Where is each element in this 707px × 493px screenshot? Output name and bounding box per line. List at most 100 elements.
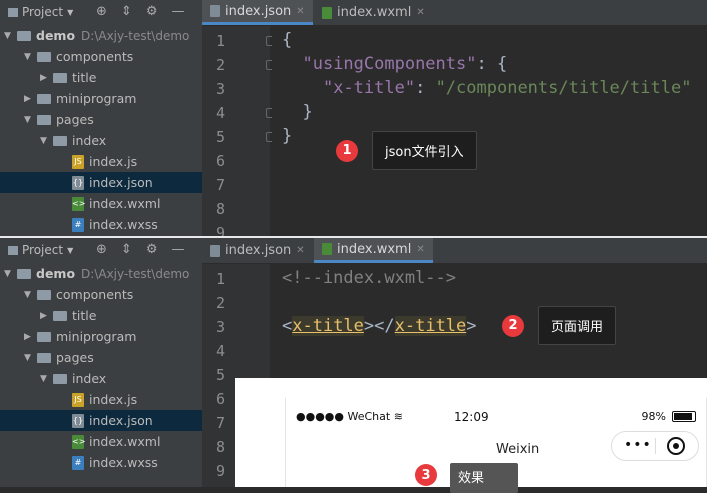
wxss-file-icon: # (72, 455, 84, 470)
minimize-icon[interactable]: — (171, 242, 184, 257)
expand-arrow-icon[interactable]: ▼ (24, 290, 34, 300)
collapse-icon[interactable]: ⇕ (121, 242, 132, 257)
close-icon[interactable]: ✕ (296, 6, 304, 17)
tree-file-index-wxss[interactable]: # index.wxss (0, 214, 202, 235)
tree-file-index-wxss[interactable]: # index.wxss (0, 452, 202, 473)
code-comment: <!--index.wxml--> (282, 268, 456, 288)
project-tree: ▼ demo D:\Axjy-test\demo ▼ components ▶ … (0, 263, 202, 487)
code-line-3: "x-title": "/components/title/title" (282, 78, 691, 98)
carrier-text: ●●●●● WeChat (296, 410, 391, 423)
folder-icon (37, 289, 51, 300)
tab-label: index.wxml (337, 5, 412, 20)
tree-item-miniprogram[interactable]: ▶ miniprogram (0, 326, 202, 347)
tree-item-index[interactable]: ▼ index (0, 130, 202, 151)
wxml-file-icon (322, 243, 332, 255)
gear-icon[interactable]: ⚙ (146, 4, 158, 19)
tab-index-json[interactable]: index.json ✕ (202, 238, 313, 263)
tab-index-wxml[interactable]: index.wxml ✕ (314, 0, 433, 25)
close-icon[interactable]: ✕ (296, 245, 304, 256)
tree-item-index[interactable]: ▼ index (0, 368, 202, 389)
gear-icon[interactable]: ⚙ (146, 242, 158, 257)
file-label: index.json (89, 175, 153, 190)
line-number: 6 (216, 390, 226, 408)
battery-fill (674, 413, 692, 420)
close-icon[interactable]: ✕ (416, 7, 424, 18)
project-toolbar: Project ▼ ⊕ ⇕ ⚙ — (0, 0, 202, 26)
js-file-icon: JS (72, 154, 84, 169)
tree-label: pages (56, 112, 94, 127)
chevron-down-icon: ▼ (67, 7, 74, 17)
code-punct: : (415, 78, 436, 98)
js-file-icon: JS (72, 392, 84, 407)
json-string: "/components/title/title" (435, 78, 692, 98)
tree-file-index-wxml[interactable]: <> index.wxml (0, 431, 202, 452)
tree-file-index-json[interactable]: {} index.json (0, 410, 202, 431)
tree-label: index (72, 371, 107, 386)
folder-icon (17, 268, 31, 279)
line-number: 3 (216, 318, 226, 336)
tab-label: index.json (225, 3, 292, 19)
folder-icon (53, 135, 67, 146)
file-label: index.wxss (89, 455, 158, 470)
tab-index-json[interactable]: index.json ✕ (202, 0, 313, 25)
tree-item-demo[interactable]: ▼ demo D:\Axjy-test\demo (0, 263, 202, 284)
menu-capsule[interactable]: ••• (611, 431, 699, 461)
nav-title: Weixin (496, 442, 540, 457)
component-tag: x-title (292, 316, 364, 336)
tree-item-components[interactable]: ▼ components (0, 46, 202, 67)
battery-icon (672, 411, 696, 422)
expand-arrow-icon[interactable]: ▼ (40, 136, 50, 146)
tab-index-wxml[interactable]: index.wxml ✕ (314, 238, 433, 263)
tree-item-components[interactable]: ▼ components (0, 284, 202, 305)
tree-item-miniprogram[interactable]: ▶ miniprogram (0, 88, 202, 109)
more-icon[interactable]: ••• (624, 437, 652, 453)
file-label: index.wxml (89, 434, 161, 449)
line-number: 2 (216, 56, 226, 74)
code-punct: } (302, 102, 313, 122)
folder-icon (37, 93, 51, 104)
tree-file-index-js[interactable]: JS index.js (0, 151, 202, 172)
carrier-label: ●●●●● WeChat ≋ (296, 410, 403, 423)
project-view-dropdown[interactable]: Project ▼ (8, 5, 73, 19)
simulator-preview: ●●●●● WeChat ≋ 12:09 98% Weixin ••• 3 效果 (235, 378, 707, 493)
capsule-divider (655, 438, 656, 454)
tree-item-pages[interactable]: ▼ pages (0, 109, 202, 130)
collapse-arrow-icon[interactable]: ▶ (40, 73, 50, 83)
expand-arrow-icon[interactable]: ▼ (24, 353, 34, 363)
code-line-1: { (282, 30, 293, 50)
expand-arrow-icon[interactable]: ▼ (24, 115, 34, 125)
tree-item-demo[interactable]: ▼ demo D:\Axjy-test\demo (0, 25, 202, 46)
tree-file-index-json[interactable]: {} index.json (0, 172, 202, 193)
tree-item-title[interactable]: ▶ title (0, 67, 202, 88)
code-punct: ></ (363, 316, 395, 336)
callout-text: 效果 (450, 463, 518, 493)
collapse-arrow-icon[interactable]: ▶ (24, 332, 34, 342)
expand-arrow-icon[interactable]: ▼ (4, 269, 14, 279)
collapse-icon[interactable]: ⇕ (121, 4, 132, 19)
close-icon[interactable]: ✕ (416, 244, 424, 255)
callout-1: 1 json文件引入 (336, 131, 477, 170)
tree-file-index-wxml[interactable]: <> index.wxml (0, 193, 202, 214)
line-number: 4 (216, 104, 226, 122)
step-badge: 2 (502, 314, 524, 337)
line-gutter: 1 2 3 4 5 6 7 8 9 (202, 26, 276, 236)
tree-item-pages[interactable]: ▼ pages (0, 347, 202, 368)
target-icon[interactable]: ⊕ (96, 242, 107, 257)
line-number: 5 (216, 128, 226, 146)
project-view-dropdown[interactable]: Project ▼ (8, 243, 73, 257)
collapse-arrow-icon[interactable]: ▶ (24, 94, 34, 104)
project-icon (8, 245, 18, 255)
tree-file-index-js[interactable]: JS index.js (0, 389, 202, 410)
battery-status: 98% (642, 410, 696, 423)
editor-tabs: index.json ✕ index.wxml ✕ (202, 238, 707, 264)
collapse-arrow-icon[interactable]: ▶ (40, 311, 50, 321)
line-number: 1 (216, 32, 226, 50)
expand-arrow-icon[interactable]: ▼ (24, 52, 34, 62)
tree-item-title[interactable]: ▶ title (0, 305, 202, 326)
step-badge: 1 (336, 139, 358, 162)
expand-arrow-icon[interactable]: ▼ (40, 374, 50, 384)
expand-arrow-icon[interactable]: ▼ (4, 31, 14, 41)
target-icon[interactable]: ⊕ (96, 4, 107, 19)
minimize-icon[interactable]: — (171, 4, 184, 19)
close-miniprogram-icon[interactable] (667, 437, 685, 455)
